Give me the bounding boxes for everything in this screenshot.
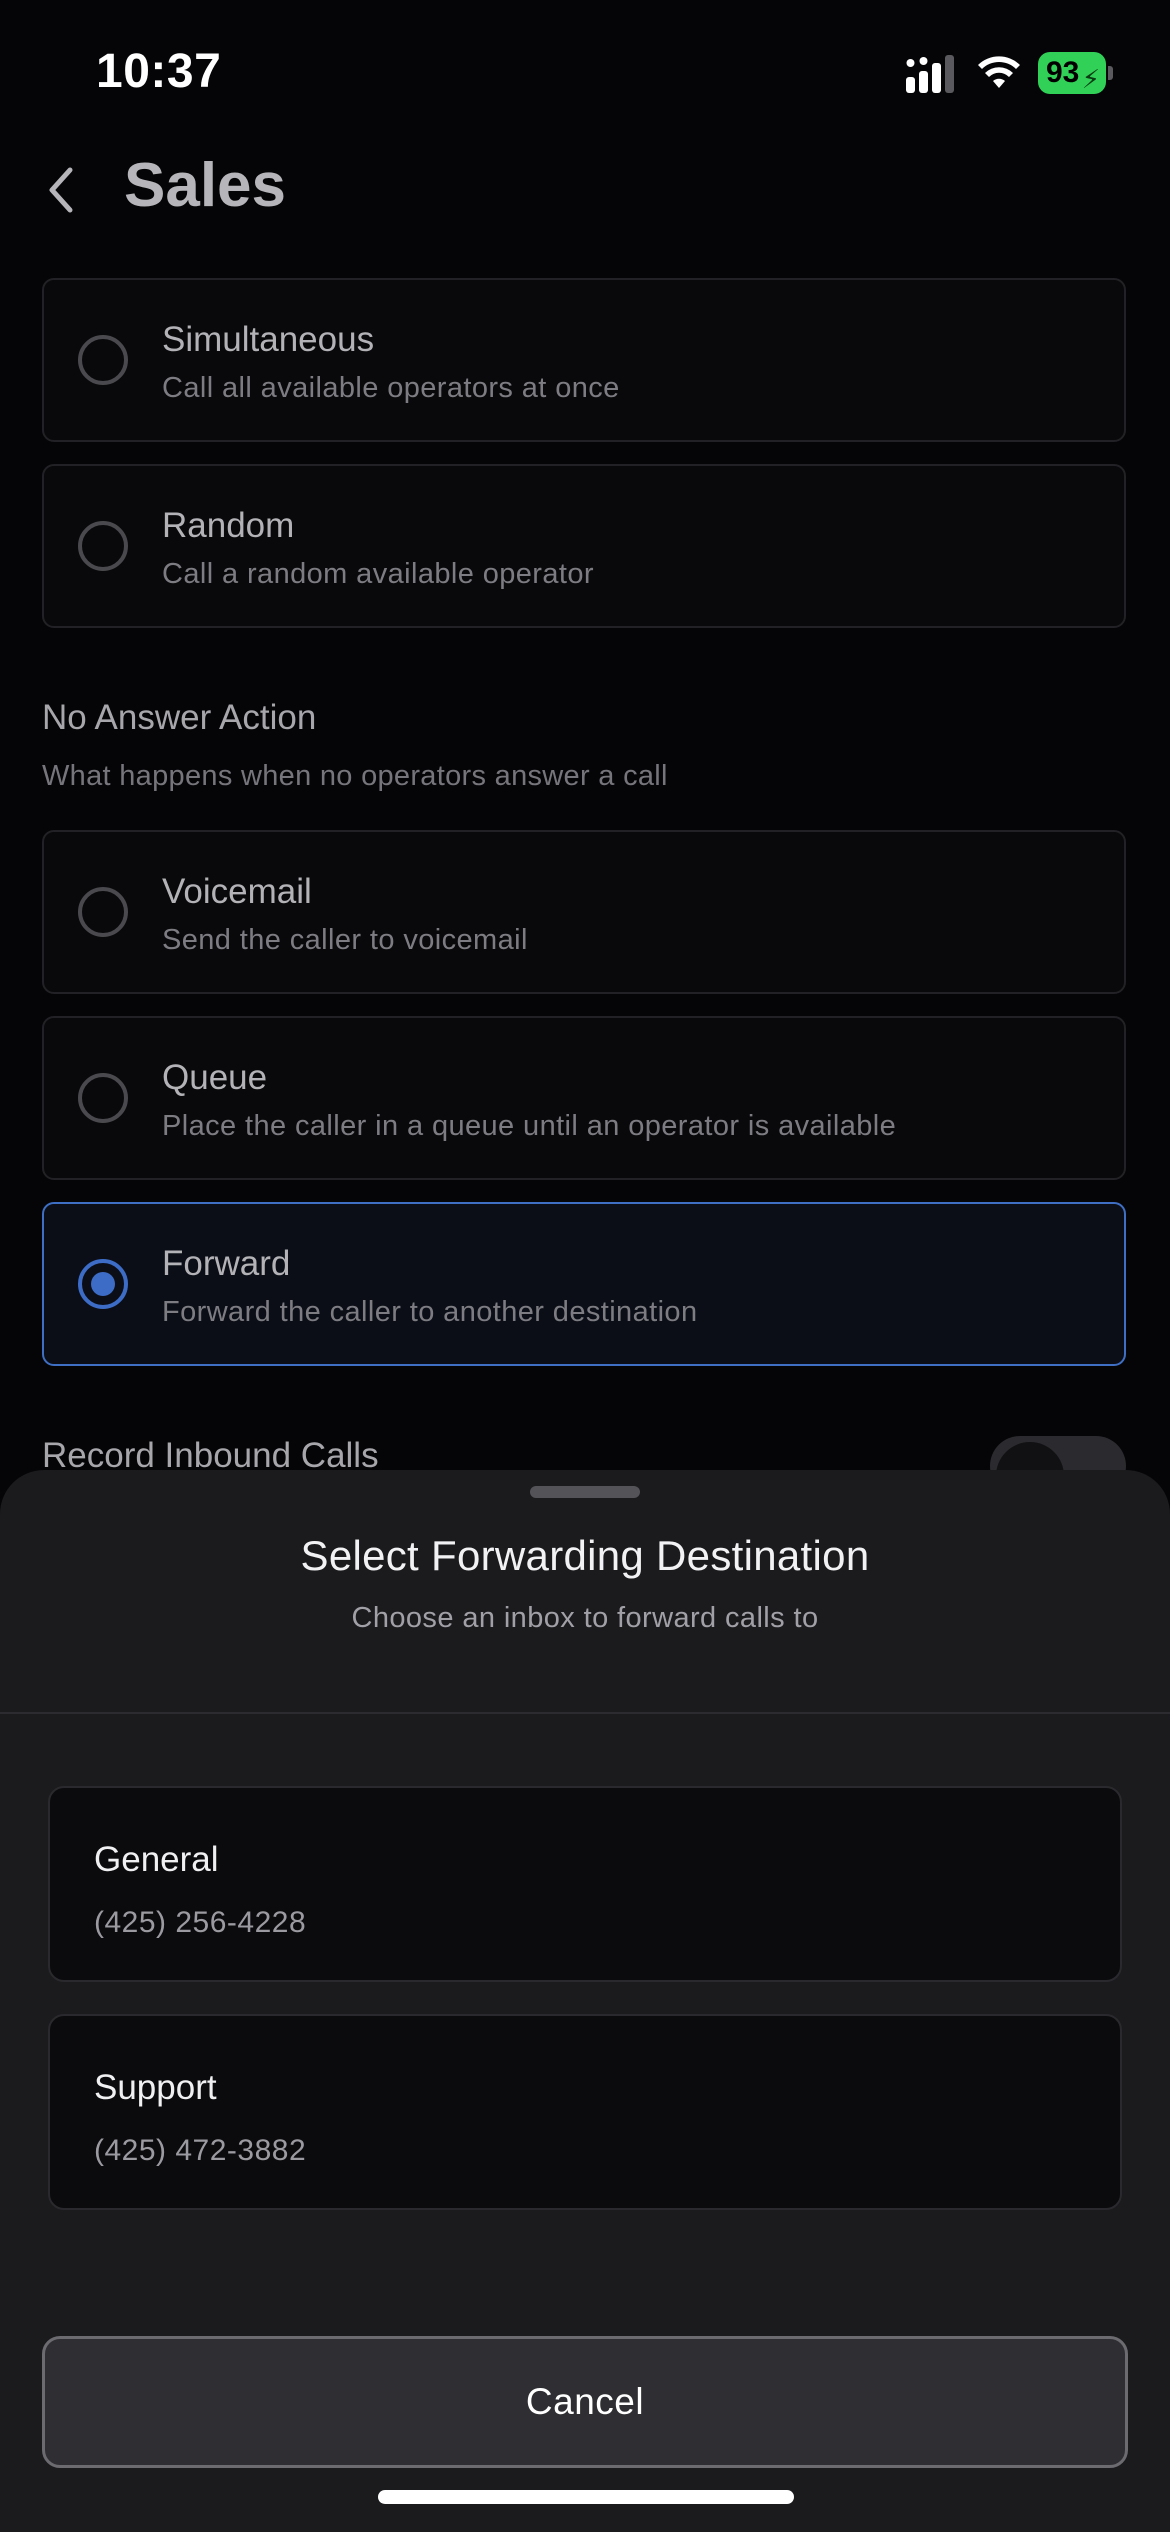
option-forward[interactable]: Forward Forward the caller to another de…	[42, 1202, 1126, 1366]
destination-support[interactable]: Support (425) 472-3882	[48, 2014, 1122, 2210]
option-description: Call a random available operator	[162, 558, 594, 590]
radio-simultaneous[interactable]	[78, 335, 128, 385]
cancel-button[interactable]: Cancel	[42, 2336, 1128, 2468]
destination-phone: (425) 256-4228	[94, 1906, 307, 1939]
radio-queue[interactable]	[78, 1073, 128, 1123]
battery-level: 93	[1046, 56, 1080, 89]
section-subheading: What happens when no operators answer a …	[42, 760, 668, 792]
option-description: Forward the caller to another destinatio…	[162, 1296, 698, 1328]
battery-indicator: 93 ⚡	[1038, 52, 1113, 94]
charging-bolt-icon: ⚡	[1081, 64, 1100, 94]
option-description: Place the caller in a queue until an ope…	[162, 1110, 897, 1142]
wifi-icon	[978, 56, 1020, 88]
destination-name: General	[94, 1840, 219, 1879]
sheet-drag-handle[interactable]	[530, 1486, 640, 1498]
option-queue[interactable]: Queue Place the caller in a queue until …	[42, 1016, 1126, 1180]
section-heading: No Answer Action	[42, 698, 317, 737]
option-title: Simultaneous	[162, 320, 375, 359]
forwarding-destination-sheet: Select Forwarding Destination Choose an …	[0, 1470, 1170, 2532]
option-title: Queue	[162, 1058, 268, 1097]
option-description: Send the caller to voicemail	[162, 924, 528, 956]
sheet-divider	[0, 1712, 1170, 1714]
radio-forward[interactable]	[78, 1259, 128, 1309]
destination-name: Support	[94, 2068, 217, 2107]
page-title: Sales	[124, 151, 287, 220]
option-simultaneous[interactable]: Simultaneous Call all available operator…	[42, 278, 1126, 442]
radio-voicemail[interactable]	[78, 887, 128, 937]
sheet-subtitle: Choose an inbox to forward calls to	[351, 1602, 819, 1634]
option-title: Forward	[162, 1244, 291, 1283]
option-title: Voicemail	[162, 872, 312, 911]
option-voicemail[interactable]: Voicemail Send the caller to voicemail	[42, 830, 1126, 994]
option-random[interactable]: Random Call a random available operator	[42, 464, 1126, 628]
home-indicator[interactable]	[378, 2490, 794, 2504]
radio-random[interactable]	[78, 521, 128, 571]
option-title: Random	[162, 506, 295, 545]
cellular-signal-icon	[906, 55, 954, 93]
sheet-title: Select Forwarding Destination	[300, 1532, 870, 1579]
destination-phone: (425) 472-3882	[94, 2134, 307, 2167]
destination-general[interactable]: General (425) 256-4228	[48, 1786, 1122, 1982]
status-time: 10:37	[96, 45, 222, 98]
back-chevron-icon[interactable]	[40, 160, 84, 220]
option-description: Call all available operators at once	[162, 372, 620, 404]
